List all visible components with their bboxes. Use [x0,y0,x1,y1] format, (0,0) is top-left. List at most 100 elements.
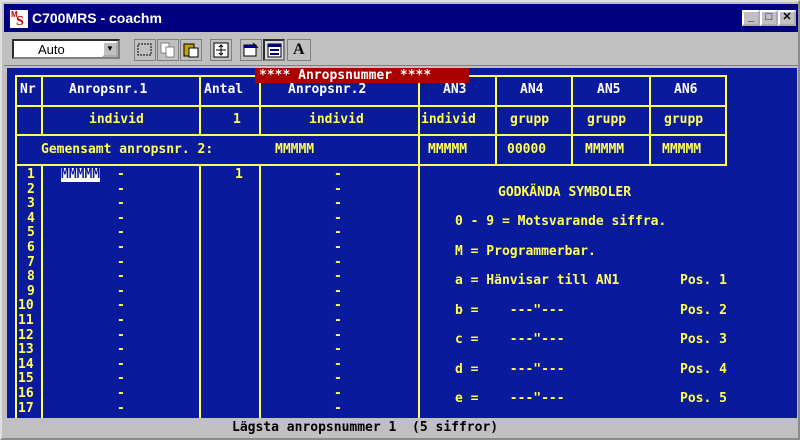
row-number: 5 [27,225,35,241]
anropsnr1-field[interactable]: - [117,211,125,226]
fullscreen-icon [213,42,229,58]
anropsnr1-field[interactable]: - [117,284,125,299]
row-number: 17 [18,400,34,416]
common-an3-field[interactable]: MMMMM [428,142,467,158]
status-bar: Lägsta anropsnummer 1 (5 siffror) [7,418,797,438]
chevron-down-icon[interactable]: ▼ [102,41,118,57]
anropsnr2-field[interactable]: - [334,372,342,386]
anropsnr1-field[interactable]: - [117,314,125,328]
frame-line [725,75,727,165]
row-number: 10 [18,298,34,314]
anropsnr2-field[interactable]: - [334,226,342,240]
anropsnr2-field[interactable]: - [334,197,342,211]
app-icon[interactable]: MS [10,10,28,29]
minimize-button[interactable]: _ [742,10,760,26]
anropsnr1-field[interactable]: - [117,357,125,372]
grid-line [199,164,201,418]
symbol-definition: d = ---"--- [455,361,565,377]
anropsnr1-field[interactable]: - [117,255,125,270]
anropsnr1-field[interactable]: - [117,343,125,357]
symbols-title: GODKÄNDA SYMBOLER [498,185,632,200]
anropsnr2-field[interactable]: - [334,343,342,357]
grid-line [15,134,727,136]
terminal-screen[interactable]: **** Anropsnummer **** Nr Anropsnr.1 Ant… [7,68,797,438]
anropsnr2-field[interactable]: - [334,255,342,270]
fullscreen-button[interactable] [210,39,232,61]
window-icon [267,43,282,58]
anropsnr2-field[interactable]: - [334,241,342,255]
row-number: 14 [18,356,34,372]
row-number: 1 [27,167,35,182]
properties-button[interactable] [240,39,262,61]
common-value-field[interactable]: MMMMM [275,142,314,158]
anropsnr1-field[interactable]: - [117,387,125,401]
anropsnr2-field[interactable]: - [334,328,342,343]
anropsnr2-field[interactable]: - [334,401,342,416]
type-anropsnr2: individ [309,112,364,127]
symbol-definition: a = Hänvisar till AN1 [455,273,620,288]
symbol-definition: e = ---"--- [455,391,565,406]
anropsnr2-field[interactable]: - [334,357,342,372]
common-an4-field[interactable]: 00000 [507,142,546,158]
font-size-select[interactable]: Auto ▼ [12,39,120,59]
header-nr: Nr [20,82,36,97]
grid-line [649,75,651,165]
paste-button[interactable] [180,39,202,61]
anropsnr1-field[interactable]: - [117,401,125,416]
copy-icon [160,42,175,58]
anropsnr1-field[interactable]: - [117,226,125,240]
common-an6-field[interactable]: MMMMM [662,142,701,158]
title-bar[interactable]: MS C700MRS - coachm _ □ ✕ [4,4,798,32]
copy-button[interactable] [157,39,179,61]
symbol-position: Pos. 1 [680,273,727,288]
grid-line [41,75,43,135]
grid-line [41,164,43,418]
anropsnr1-field[interactable]: MMMMM [61,168,101,182]
select-all-button[interactable] [134,39,156,61]
anropsnr1-field[interactable]: - [117,182,125,197]
frame-line [15,75,17,418]
row-number: 3 [27,196,35,212]
anropsnr2-field[interactable]: - [334,168,342,182]
maximize-button[interactable]: □ [760,10,778,26]
row-number: 11 [18,313,34,328]
anropsnr1-field[interactable]: - [117,197,125,211]
background-button[interactable] [263,39,285,61]
symbol-definition: c = ---"--- [455,332,565,347]
font-icon: A [293,41,305,58]
symbol-definition: b = ---"--- [455,302,565,318]
type-an3: individ [421,112,476,127]
type-an4: grupp [510,112,550,127]
anropsnr2-field[interactable]: - [334,299,342,313]
common-an5-field[interactable]: MMMMM [585,142,624,158]
anropsnr2-field[interactable]: - [334,387,342,401]
grid-line [259,75,261,135]
anropsnr2-field[interactable]: - [334,284,342,299]
grid-line [259,164,261,418]
anropsnr1-field[interactable]: - [117,328,125,343]
anropsnr1-field[interactable]: - [117,241,125,255]
anropsnr1-field[interactable]: - [117,168,125,182]
anropsnr2-field[interactable]: - [334,211,342,226]
close-button[interactable]: ✕ [778,10,796,26]
symbol-definition: 0 - 9 = Motsvarande siffra. [455,214,667,229]
font-button[interactable]: A [287,39,311,61]
antal-field[interactable]: 1 [235,168,243,182]
anropsnr1-field[interactable]: - [117,372,125,386]
anropsnr1-field[interactable]: - [117,270,125,284]
grid-line [495,75,497,165]
header-anropsnr1: Anropsnr.1 [69,82,148,97]
anropsnr2-field[interactable]: - [334,182,342,197]
header-anropsnr2: Anropsnr.2 [288,82,367,97]
anropsnr2-field[interactable]: - [334,270,342,284]
grid-line [15,105,727,107]
anropsnr1-field[interactable]: - [117,299,125,313]
row-number: 9 [27,283,35,299]
row-number: 15 [18,371,34,387]
anropsnr2-field[interactable]: - [334,314,342,328]
banner: **** Anropsnummer **** [255,68,469,83]
header-an4: AN4 [520,82,544,97]
row-number: 16 [18,386,34,401]
row-number: 7 [27,254,35,270]
symbol-position: Pos. 4 [680,361,727,377]
